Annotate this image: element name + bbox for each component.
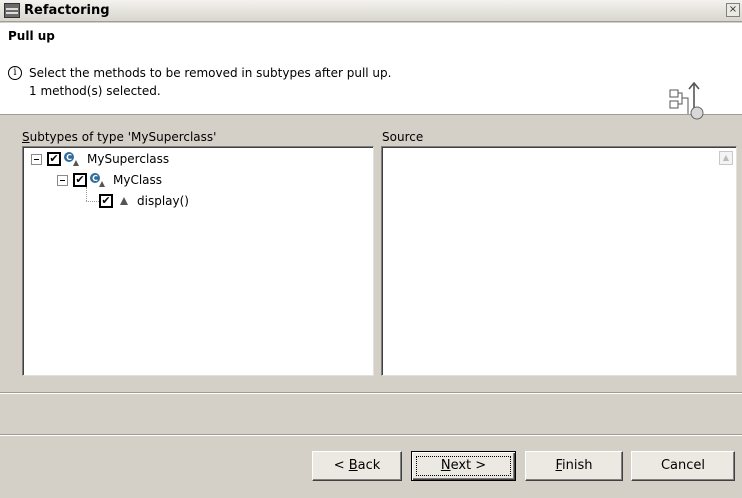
separator bbox=[0, 434, 742, 436]
tree-connector bbox=[86, 187, 87, 201]
source-viewer[interactable]: ▲ bbox=[381, 146, 737, 376]
tree-connector bbox=[86, 201, 99, 202]
next-button[interactable]: Next > bbox=[411, 451, 516, 481]
class-icon: C bbox=[90, 173, 105, 187]
svg-text:C: C bbox=[66, 153, 72, 162]
tree-node-mysuperclass[interactable]: ✔ C MySuperclass bbox=[31, 150, 169, 168]
subtypes-label: Subtypes of type 'MySuperclass' bbox=[22, 130, 217, 144]
method-triangle-icon bbox=[120, 197, 128, 205]
wizard-banner: Pull up i Select the methods to be remov… bbox=[0, 23, 742, 120]
selection-count: 1 method(s) selected. bbox=[29, 84, 161, 98]
tree-label: MySuperclass bbox=[87, 152, 170, 166]
title-bar: Refactoring × bbox=[0, 0, 742, 22]
checkbox-myclass[interactable]: ✔ bbox=[73, 173, 87, 187]
banner-message: Select the methods to be removed in subt… bbox=[29, 66, 392, 80]
eclipse-app-icon bbox=[4, 3, 20, 18]
close-icon: × bbox=[728, 4, 738, 15]
cancel-button[interactable]: Cancel bbox=[631, 451, 735, 481]
close-button[interactable]: × bbox=[726, 3, 740, 17]
collapse-icon[interactable] bbox=[57, 174, 68, 186]
info-icon: i bbox=[8, 66, 22, 80]
checkbox-mysuperclass[interactable]: ✔ bbox=[47, 152, 61, 166]
class-icon: C bbox=[64, 152, 79, 166]
window-title: Refactoring bbox=[24, 3, 110, 18]
separator bbox=[0, 392, 742, 394]
subtypes-tree[interactable]: ✔ C MySuperclass ✔ C MyClass ✔ display() bbox=[22, 146, 374, 376]
collapse-icon[interactable] bbox=[31, 153, 42, 165]
finish-button[interactable]: Finish bbox=[525, 451, 623, 481]
focus-rect bbox=[416, 456, 511, 476]
checkbox-display[interactable]: ✔ bbox=[99, 194, 113, 208]
source-label: Source bbox=[382, 130, 424, 144]
tree-node-display[interactable]: ✔ display() bbox=[99, 192, 189, 210]
pull-up-wizard-icon bbox=[669, 81, 704, 120]
back-button[interactable]: < Back bbox=[312, 451, 402, 481]
svg-text:C: C bbox=[92, 174, 98, 183]
tree-label: MyClass bbox=[113, 173, 163, 187]
scroll-up-button[interactable]: ▲ bbox=[719, 151, 733, 165]
tree-label: display() bbox=[137, 194, 189, 208]
tree-node-myclass[interactable]: ✔ C MyClass bbox=[57, 171, 162, 189]
page-title: Pull up bbox=[8, 29, 55, 43]
